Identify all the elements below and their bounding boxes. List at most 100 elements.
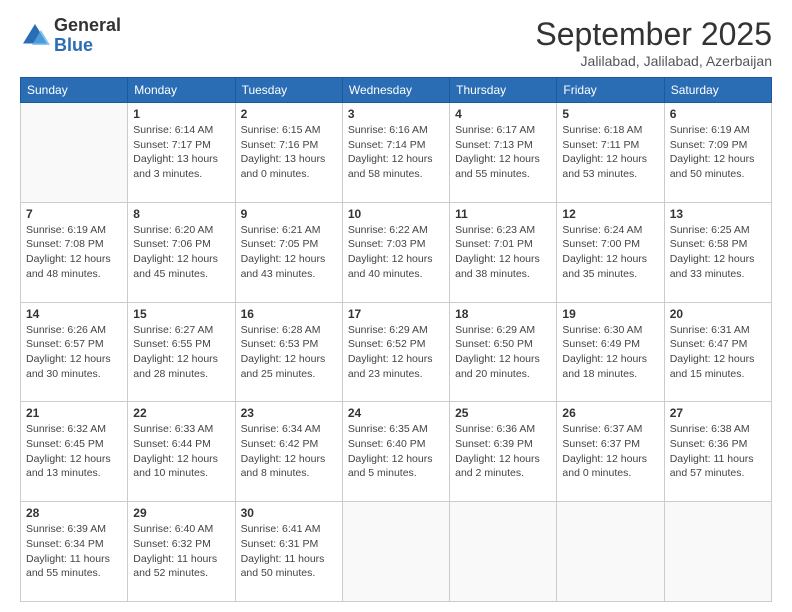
day-info: Sunrise: 6:16 AMSunset: 7:14 PMDaylight:… (348, 123, 444, 182)
calendar-week-row: 1 Sunrise: 6:14 AMSunset: 7:17 PMDaylight… (21, 103, 772, 203)
day-info: Sunrise: 6:29 AMSunset: 6:52 PMDaylight:… (348, 323, 444, 382)
calendar-table: SundayMondayTuesdayWednesdayThursdayFrid… (20, 77, 772, 602)
calendar-day-cell: 11 Sunrise: 6:23 AMSunset: 7:01 PMDayligh… (450, 202, 557, 302)
day-number: 1 (133, 107, 229, 121)
calendar-day-cell: 28 Sunrise: 6:39 AMSunset: 6:34 PMDayligh… (21, 502, 128, 602)
calendar-day-cell: 19 Sunrise: 6:30 AMSunset: 6:49 PMDayligh… (557, 302, 664, 402)
day-number: 20 (670, 307, 766, 321)
day-number: 6 (670, 107, 766, 121)
day-number: 27 (670, 406, 766, 420)
day-info: Sunrise: 6:28 AMSunset: 6:53 PMDaylight:… (241, 323, 337, 382)
calendar-day-cell: 5 Sunrise: 6:18 AMSunset: 7:11 PMDaylight… (557, 103, 664, 203)
calendar-week-row: 28 Sunrise: 6:39 AMSunset: 6:34 PMDayligh… (21, 502, 772, 602)
calendar-day-cell: 1 Sunrise: 6:14 AMSunset: 7:17 PMDaylight… (128, 103, 235, 203)
day-number: 9 (241, 207, 337, 221)
day-info: Sunrise: 6:25 AMSunset: 6:58 PMDaylight:… (670, 223, 766, 282)
day-info: Sunrise: 6:32 AMSunset: 6:45 PMDaylight:… (26, 422, 122, 481)
calendar-week-row: 21Sunrise: 6:32 AMSunset: 6:45 PMDayligh… (21, 402, 772, 502)
header: General Blue September 2025 Jalilabad, J… (20, 16, 772, 69)
weekday-header: Saturday (664, 78, 771, 103)
calendar-week-row: 7Sunrise: 6:19 AMSunset: 7:08 PMDaylight… (21, 202, 772, 302)
calendar-day-cell: 4Sunrise: 6:17 AMSunset: 7:13 PMDaylight… (450, 103, 557, 203)
logo: General Blue (20, 16, 121, 56)
calendar-day-cell: 6Sunrise: 6:19 AMSunset: 7:09 PMDaylight… (664, 103, 771, 203)
day-info: Sunrise: 6:33 AMSunset: 6:44 PMDaylight:… (133, 422, 229, 481)
calendar-day-cell: 16 Sunrise: 6:28 AMSunset: 6:53 PMDayligh… (235, 302, 342, 402)
calendar-day-cell: 2 Sunrise: 6:15 AMSunset: 7:16 PMDaylight… (235, 103, 342, 203)
day-number: 5 (562, 107, 658, 121)
page: General Blue September 2025 Jalilabad, J… (0, 0, 792, 612)
day-info: Sunrise: 6:18 AMSunset: 7:11 PMDaylight:… (562, 123, 658, 182)
day-info: Sunrise: 6:39 AMSunset: 6:34 PMDaylight:… (26, 522, 122, 581)
calendar-day-cell: 7Sunrise: 6:19 AMSunset: 7:08 PMDaylight… (21, 202, 128, 302)
weekday-header: Friday (557, 78, 664, 103)
day-info: Sunrise: 6:36 AMSunset: 6:39 PMDaylight:… (455, 422, 551, 481)
calendar-day-cell (342, 502, 449, 602)
day-number: 2 (241, 107, 337, 121)
calendar-day-cell: 23 Sunrise: 6:34 AMSunset: 6:42 PMDayligh… (235, 402, 342, 502)
day-info: Sunrise: 6:40 AMSunset: 6:32 PMDaylight:… (133, 522, 229, 581)
day-info: Sunrise: 6:24 AMSunset: 7:00 PMDaylight:… (562, 223, 658, 282)
day-number: 12 (562, 207, 658, 221)
day-number: 4 (455, 107, 551, 121)
logo-general: General (54, 16, 121, 36)
day-info: Sunrise: 6:22 AMSunset: 7:03 PMDaylight:… (348, 223, 444, 282)
day-number: 16 (241, 307, 337, 321)
day-number: 23 (241, 406, 337, 420)
day-number: 7 (26, 207, 122, 221)
day-info: Sunrise: 6:20 AMSunset: 7:06 PMDaylight:… (133, 223, 229, 282)
day-number: 19 (562, 307, 658, 321)
calendar-day-cell: 3 Sunrise: 6:16 AMSunset: 7:14 PMDaylight… (342, 103, 449, 203)
day-info: Sunrise: 6:27 AMSunset: 6:55 PMDaylight:… (133, 323, 229, 382)
calendar-day-cell (450, 502, 557, 602)
day-number: 24 (348, 406, 444, 420)
day-number: 15 (133, 307, 229, 321)
calendar-day-cell: 18Sunrise: 6:29 AMSunset: 6:50 PMDayligh… (450, 302, 557, 402)
day-info: Sunrise: 6:30 AMSunset: 6:49 PMDaylight:… (562, 323, 658, 382)
calendar-day-cell: 27 Sunrise: 6:38 AMSunset: 6:36 PMDayligh… (664, 402, 771, 502)
day-info: Sunrise: 6:41 AMSunset: 6:31 PMDaylight:… (241, 522, 337, 581)
day-info: Sunrise: 6:34 AMSunset: 6:42 PMDaylight:… (241, 422, 337, 481)
calendar-header-row: SundayMondayTuesdayWednesdayThursdayFrid… (21, 78, 772, 103)
day-number: 17 (348, 307, 444, 321)
logo-blue: Blue (54, 36, 121, 56)
calendar-week-row: 14Sunrise: 6:26 AMSunset: 6:57 PMDayligh… (21, 302, 772, 402)
calendar-day-cell (21, 103, 128, 203)
calendar-day-cell: 9 Sunrise: 6:21 AMSunset: 7:05 PMDaylight… (235, 202, 342, 302)
calendar-day-cell: 24 Sunrise: 6:35 AMSunset: 6:40 PMDayligh… (342, 402, 449, 502)
day-info: Sunrise: 6:37 AMSunset: 6:37 PMDaylight:… (562, 422, 658, 481)
calendar-day-cell: 20 Sunrise: 6:31 AMSunset: 6:47 PMDayligh… (664, 302, 771, 402)
calendar-day-cell: 12 Sunrise: 6:24 AMSunset: 7:00 PMDayligh… (557, 202, 664, 302)
day-info: Sunrise: 6:38 AMSunset: 6:36 PMDaylight:… (670, 422, 766, 481)
calendar-day-cell: 10 Sunrise: 6:22 AMSunset: 7:03 PMDayligh… (342, 202, 449, 302)
day-info: Sunrise: 6:31 AMSunset: 6:47 PMDaylight:… (670, 323, 766, 382)
weekday-header: Monday (128, 78, 235, 103)
day-number: 10 (348, 207, 444, 221)
day-info: Sunrise: 6:15 AMSunset: 7:16 PMDaylight:… (241, 123, 337, 182)
day-info: Sunrise: 6:21 AMSunset: 7:05 PMDaylight:… (241, 223, 337, 282)
calendar-day-cell (557, 502, 664, 602)
day-info: Sunrise: 6:29 AMSunset: 6:50 PMDaylight:… (455, 323, 551, 382)
weekday-header: Wednesday (342, 78, 449, 103)
weekday-header: Thursday (450, 78, 557, 103)
day-info: Sunrise: 6:23 AMSunset: 7:01 PMDaylight:… (455, 223, 551, 282)
day-number: 11 (455, 207, 551, 221)
weekday-header: Sunday (21, 78, 128, 103)
calendar-day-cell: 30 Sunrise: 6:41 AMSunset: 6:31 PMDayligh… (235, 502, 342, 602)
logo-text: General Blue (54, 16, 121, 56)
day-number: 25 (455, 406, 551, 420)
day-number: 3 (348, 107, 444, 121)
day-number: 28 (26, 506, 122, 520)
calendar-day-cell: 17 Sunrise: 6:29 AMSunset: 6:52 PMDayligh… (342, 302, 449, 402)
logo-icon (20, 21, 50, 51)
calendar-day-cell (664, 502, 771, 602)
calendar-day-cell: 15 Sunrise: 6:27 AMSunset: 6:55 PMDayligh… (128, 302, 235, 402)
location: Jalilabad, Jalilabad, Azerbaijan (535, 53, 772, 69)
month-title: September 2025 (535, 16, 772, 53)
day-info: Sunrise: 6:35 AMSunset: 6:40 PMDaylight:… (348, 422, 444, 481)
calendar-day-cell: 22Sunrise: 6:33 AMSunset: 6:44 PMDayligh… (128, 402, 235, 502)
day-number: 30 (241, 506, 337, 520)
calendar-day-cell: 8Sunrise: 6:20 AMSunset: 7:06 PMDaylight… (128, 202, 235, 302)
day-number: 13 (670, 207, 766, 221)
day-info: Sunrise: 6:14 AMSunset: 7:17 PMDaylight:… (133, 123, 229, 182)
